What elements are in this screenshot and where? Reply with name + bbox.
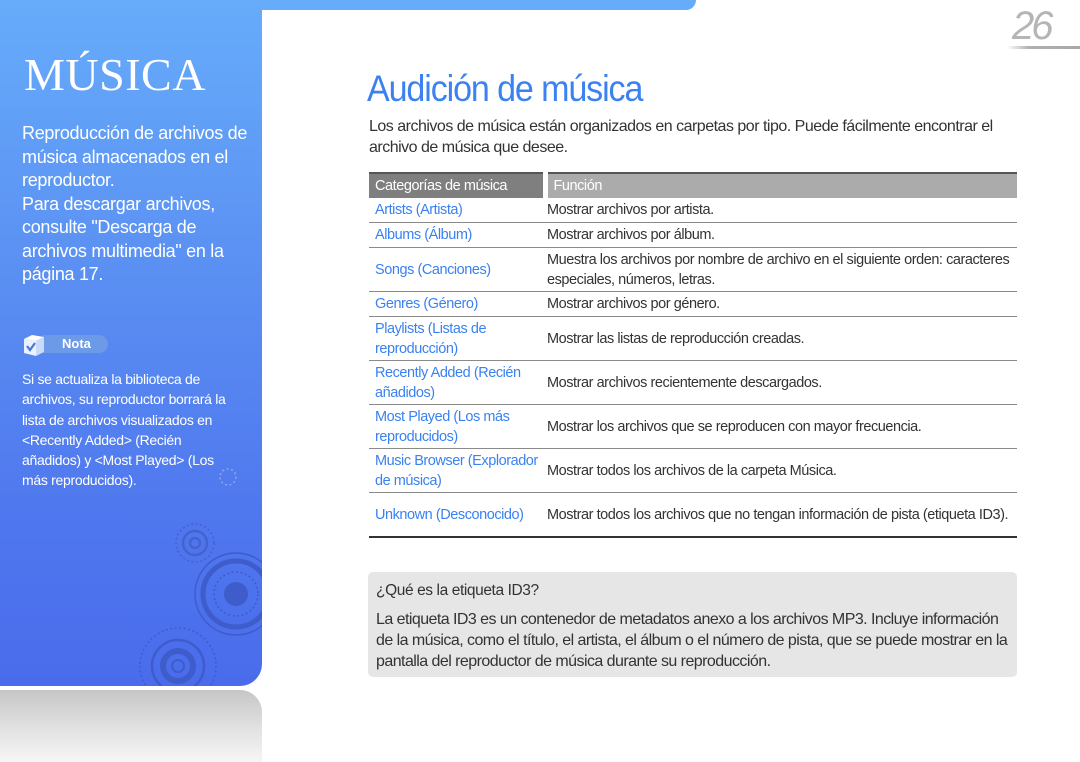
category-cell: Artists (Artista) (369, 198, 545, 223)
intro-paragraph: Los archivos de música están organizados… (369, 118, 993, 156)
function-cell: Mostrar archivos por artista. (545, 198, 1017, 223)
table-row: Albums (Álbum) Mostrar archivos por álbu… (369, 222, 1017, 248)
table-row: Artists (Artista) Mostrar archivos por a… (369, 198, 1017, 223)
table-row: Genres (Género) Mostrar archivos por gén… (369, 291, 1017, 317)
category-cell: Songs (Canciones) (369, 247, 545, 292)
function-cell: Mostrar las listas de reproducción cread… (545, 316, 1017, 361)
info-box-title: ¿Qué es la etiqueta ID3? (376, 582, 539, 599)
decorative-circles (139, 468, 262, 686)
table-header-row: Categorías de música Función (369, 172, 1017, 198)
category-cell: Genres (Género) (369, 291, 545, 317)
top-band (262, 0, 696, 10)
function-cell: Mostrar los archivos que se reproducen c… (545, 404, 1017, 449)
column-header-function: Función (545, 172, 1017, 198)
function-cell: Mostrar archivos por género. (545, 291, 1017, 317)
table-row: Music Browser (Explorador de música) Mos… (369, 448, 1017, 493)
table-row: Most Played (Los más reproducidos) Mostr… (369, 404, 1017, 449)
concentric-circles-icon-large (194, 552, 262, 636)
concentric-circles-icon-small (175, 523, 215, 563)
category-cell: Recently Added (Recién añadidos) (369, 360, 545, 405)
function-cell: Muestra los archivos por nombre de archi… (545, 247, 1017, 292)
table-row: Recently Added (Recién añadidos) Mostrar… (369, 360, 1017, 405)
category-cell: Unknown (Desconocido) (369, 492, 545, 538)
category-cell: Most Played (Los más reproducidos) (369, 404, 545, 449)
category-cell: Playlists (Listas de reproducción) (369, 316, 545, 361)
function-cell: Mostrar archivos recientemente descargad… (545, 360, 1017, 405)
page-title: Audición de música (367, 68, 643, 109)
page-number: 26 (1012, 4, 1053, 48)
sidebar-panel: MÚSICA Reproducción de archivos de músic… (0, 0, 262, 686)
table-row: Songs (Canciones) Muestra los archivos p… (369, 247, 1017, 292)
category-cell: Music Browser (Explorador de música) (369, 448, 545, 493)
id3-info-box: ¿Qué es la etiqueta ID3? La etiqueta ID3… (368, 572, 1017, 677)
function-cell: Mostrar todos los archivos que no tengan… (545, 492, 1017, 538)
category-cell: Albums (Álbum) (369, 222, 545, 248)
sidebar-reflection (0, 690, 262, 762)
function-cell: Mostrar todos los archivos de la carpeta… (545, 448, 1017, 493)
dotted-ring-icon (219, 468, 237, 486)
table-row: Unknown (Desconocido) Mostrar todos los … (369, 492, 1017, 538)
table-row: Playlists (Listas de reproducción) Mostr… (369, 316, 1017, 361)
info-box-body: La etiqueta ID3 es un contenedor de meta… (376, 611, 1008, 670)
function-cell: Mostrar archivos por álbum. (545, 222, 1017, 248)
music-categories-table: Categorías de música Función Artists (Ar… (369, 172, 1017, 538)
column-header-category: Categorías de música (369, 172, 548, 198)
page-number-rule (1007, 46, 1080, 49)
concentric-circles-icon-bottom (139, 627, 217, 686)
